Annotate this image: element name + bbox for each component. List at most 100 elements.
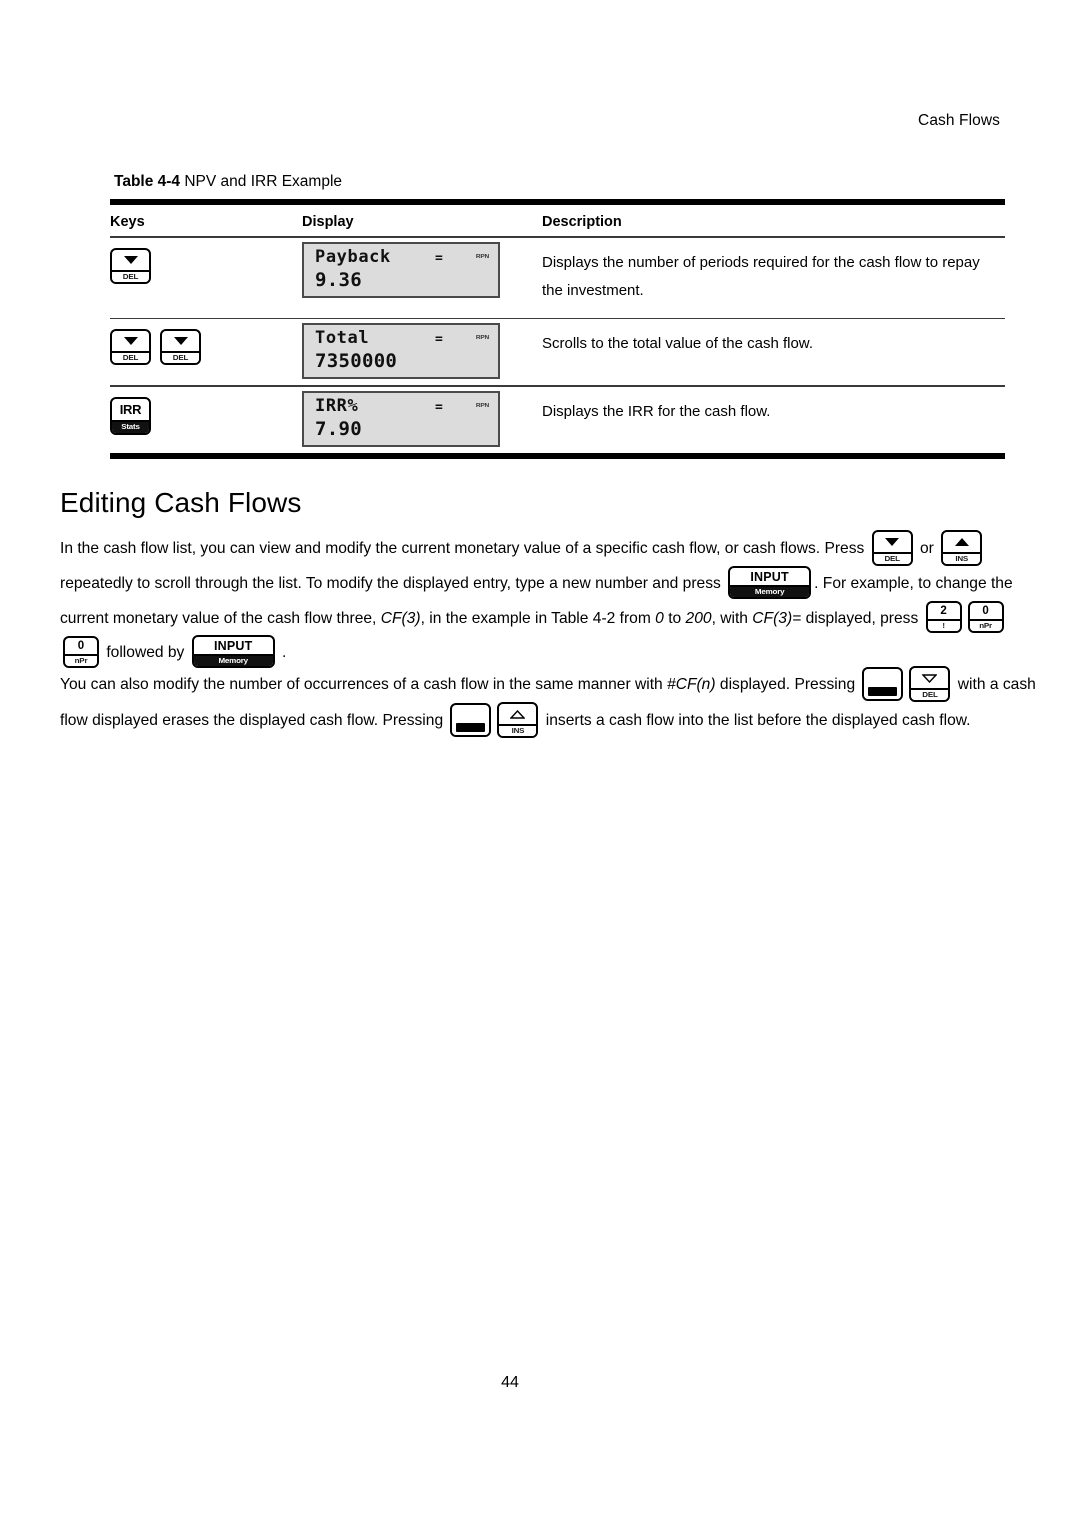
key-insert[interactable]: INS [497, 702, 539, 738]
key-shifted-label: ! [927, 619, 960, 632]
emphasis-from-value: 0 [655, 609, 664, 627]
triangle-up-outline-icon [510, 709, 526, 719]
paragraph-segment: followed by [102, 644, 189, 661]
lcd-equals-sign: = [435, 399, 443, 415]
page-number: 44 [501, 1374, 519, 1391]
calculator-lcd: Total = RPN 7350000 [302, 323, 500, 380]
row-keys-cell: IRR Stats [110, 387, 302, 435]
row-display-cell: IRR% = RPN 7.90 [302, 387, 542, 447]
row-description: Displays the number of periods required … [542, 253, 980, 299]
paragraph-segment: inserts a cash flow into the list before… [541, 712, 971, 730]
lcd-value: 7350000 [315, 350, 398, 373]
shift-bar-icon [868, 687, 898, 696]
key-scroll-down[interactable]: DEL [160, 329, 201, 366]
paragraph-editing-cash-flows-1: In the cash flow list, you can view and … [60, 530, 1045, 671]
key-shifted-label: DEL [112, 269, 149, 282]
emphasis-hash-cfn: #CF(n) [667, 676, 716, 694]
table-row: DEL DEL Total = RPN 7350000 Scrolls to t… [110, 319, 1005, 385]
key-face [911, 668, 948, 688]
triangle-down-outline-icon [922, 673, 938, 683]
key-zero[interactable]: 0 nPr [63, 635, 99, 668]
triangle-down-icon [885, 538, 900, 546]
paragraph-segment: displayed. Pressing [715, 676, 860, 694]
triangle-up-icon [954, 538, 969, 546]
lcd-equals-sign: = [435, 250, 443, 266]
key-shifted-label: nPr [65, 653, 97, 666]
lcd-label: IRR% [315, 395, 359, 416]
key-face [112, 250, 149, 270]
key-face: INPUT [750, 569, 789, 584]
key-face: 0 [982, 605, 989, 618]
paragraph-editing-cash-flows-2: You can also modify the number of occurr… [60, 666, 1045, 739]
key-scroll-down[interactable]: DEL [110, 329, 151, 366]
paragraph-segment: You can also modify the number of occurr… [60, 676, 668, 694]
key-scroll-down[interactable]: DEL [110, 247, 151, 284]
lcd-rpn-annunciator: RPN [475, 334, 489, 341]
key-delete[interactable]: DEL [909, 666, 951, 702]
paragraph-segment: , in the example in Table 4-2 from [420, 609, 656, 627]
row-display-cell: Total = RPN 7350000 [302, 319, 542, 380]
document-page: Cash Flows Table 4-4 NPV and IRR Example… [0, 0, 1080, 1528]
column-header-description: Description [542, 214, 622, 230]
key-shifted-label: DEL [873, 552, 911, 564]
calculator-lcd: Payback = RPN 9.36 [302, 241, 500, 298]
key-face [162, 331, 199, 351]
key-shifted-label: DEL [162, 351, 199, 364]
table-caption: Table 4-4 NPV and IRR Example [114, 173, 342, 191]
column-header-display: Display [302, 214, 354, 230]
row-description: Displays the IRR for the cash flow. [542, 402, 771, 420]
key-input[interactable]: INPUT Memory [728, 566, 812, 600]
row-display-cell: Payback = RPN 9.36 [302, 238, 542, 298]
row-keys-cell: DEL DEL [110, 319, 302, 366]
key-shift-bar [452, 721, 490, 735]
lcd-label: Payback [315, 246, 391, 267]
shift-bar-icon [456, 723, 486, 732]
table-caption-number: Table 4-4 [114, 173, 181, 190]
key-face [864, 669, 901, 685]
key-scroll-up[interactable]: INS [941, 530, 983, 566]
lcd-label: Total [315, 328, 370, 349]
key-face [499, 704, 536, 724]
key-face [943, 532, 980, 552]
table-caption-text: NPV and IRR Example [180, 173, 343, 190]
triangle-down-icon [123, 255, 138, 264]
emphasis-cf3-equals: CF(3)= [752, 609, 802, 627]
row-description: Scrolls to the total value of the cash f… [542, 335, 813, 353]
table-bottom-rule [110, 452, 1005, 459]
lcd-equals-sign: = [435, 332, 443, 348]
paragraph-segment: displayed, press [801, 609, 923, 627]
key-shifted-label: INS [943, 552, 981, 564]
key-irr[interactable]: IRR Stats [110, 396, 151, 435]
calculator-lcd: IRR% = RPN 7.90 [302, 390, 500, 447]
key-zero[interactable]: 0 nPr [967, 601, 1004, 634]
key-shifted-label: nPr [969, 619, 1002, 632]
key-face: IRR [119, 401, 142, 417]
running-header: Cash Flows [918, 112, 1000, 129]
section-heading: Editing Cash Flows [60, 487, 302, 518]
key-face: 0 [77, 639, 85, 652]
key-shifted-label: Memory [730, 585, 810, 598]
table-row: IRR Stats IRR% = RPN 7.90 Displays the I… [110, 387, 1005, 453]
lcd-value: 7.90 [315, 417, 362, 440]
row-keys-cell: DEL [110, 238, 302, 284]
paragraph-segment: to [663, 609, 686, 627]
key-scroll-down[interactable]: DEL [871, 530, 913, 566]
key-shift[interactable] [450, 703, 492, 737]
key-shifted-label: INS [499, 724, 537, 736]
key-shift-bar [864, 685, 902, 699]
key-shifted-label: Memory [193, 654, 273, 667]
npv-irr-table: Keys Display Description DEL Payback = R… [110, 199, 1005, 459]
key-face [112, 331, 149, 351]
paragraph-segment: In the cash flow list, you can view and … [60, 540, 869, 558]
paragraph-segment: repeatedly to scroll through the list. T… [60, 575, 726, 592]
key-shift[interactable] [862, 667, 904, 701]
triangle-down-icon [173, 337, 188, 346]
table-row: DEL Payback = RPN 9.36 Displays the numb… [110, 238, 1005, 318]
key-input[interactable]: INPUT Memory [191, 635, 275, 669]
key-shifted-label: DEL [911, 688, 949, 700]
key-two[interactable]: 2! [925, 601, 962, 634]
key-shifted-label: DEL [112, 351, 149, 364]
emphasis-cf3: CF(3) [380, 609, 421, 627]
lcd-value: 9.36 [315, 268, 362, 291]
key-face: 2 [940, 605, 947, 618]
